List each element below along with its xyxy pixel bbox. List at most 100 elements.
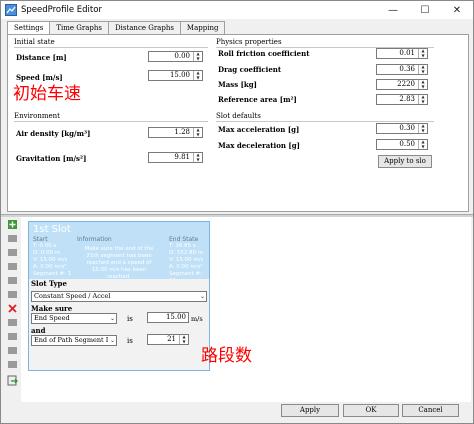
- slot-icon[interactable]: [7, 261, 18, 272]
- spinner[interactable]: ▲ ▼: [418, 95, 427, 104]
- start-line: A: 0.00 m/s²: [33, 264, 67, 270]
- close-button[interactable]: ✕: [441, 1, 473, 19]
- condition1-value: End Speed: [34, 314, 70, 322]
- separator: [14, 121, 208, 122]
- spinner[interactable]: ▲ ▼: [193, 128, 202, 137]
- slot-icon[interactable]: [7, 345, 18, 356]
- ok-button[interactable]: OK: [343, 404, 399, 417]
- max-acceleration-field[interactable]: 0.30 ▲ ▼: [376, 123, 428, 134]
- physics-title: Physics properties: [216, 38, 282, 46]
- spinner[interactable]: ▲ ▼: [418, 49, 427, 58]
- apply-to-slots-button[interactable]: Apply to slo: [378, 155, 432, 168]
- end-speed-unit: m/s: [191, 315, 203, 323]
- spinner[interactable]: ▲ ▼: [418, 140, 427, 149]
- air-density-field[interactable]: 1.28 ▲ ▼: [148, 127, 203, 138]
- make-sure-label: Make sure: [31, 304, 73, 313]
- slot-icon[interactable]: [7, 317, 18, 328]
- mass-value: 2220: [397, 80, 415, 88]
- air-density-value: 1.28: [174, 128, 190, 136]
- gravitation-label: Gravitation [m/s²]: [16, 154, 87, 163]
- start-line: Segment #: 1: [33, 271, 72, 277]
- slot-toolbar: [5, 217, 21, 392]
- max-deceleration-field[interactable]: 0.50 ▲ ▼: [376, 139, 428, 150]
- max-deceleration-label: Max deceleration [g]: [218, 141, 300, 150]
- slot-type-value: Constant Speed / Accel: [34, 292, 111, 300]
- slot-card[interactable]: 1st Slot Start T: 0.00 s D: 0.00 m V: 15…: [28, 221, 210, 371]
- cancel-button[interactable]: Cancel: [402, 404, 459, 417]
- environment-title: Environment: [14, 112, 60, 120]
- slot-icon[interactable]: [7, 247, 18, 258]
- speedprofile-editor-window: SpeedProfile Editor — ☐ ✕ Settings Time …: [0, 0, 474, 424]
- end-line: V: 15.00 m/s: [169, 257, 204, 263]
- drag-coefficient-label: Drag coefficient: [218, 65, 282, 74]
- spinner[interactable]: ▲ ▼: [418, 80, 427, 89]
- segment-number-field[interactable]: 21 ▲ ▼: [147, 334, 189, 345]
- reference-area-value: 2.83: [399, 95, 415, 103]
- slot-icon[interactable]: [7, 289, 18, 300]
- distance-label: Distance [m]: [16, 53, 67, 62]
- slot-defaults-title: Slot defaults: [216, 112, 261, 120]
- air-density-label: Air density [kg/m³]: [16, 129, 91, 138]
- separator: [216, 121, 434, 122]
- annotation-segment-count: 路段数: [201, 346, 252, 366]
- tab-mapping[interactable]: Mapping: [179, 21, 226, 35]
- spinner[interactable]: ▲ ▼: [193, 153, 202, 162]
- start-line: D: 0.00 m: [33, 250, 61, 256]
- gravitation-field[interactable]: 9.81 ▲ ▼: [148, 152, 203, 163]
- app-icon: [5, 4, 17, 16]
- gravitation-value: 9.81: [174, 153, 190, 161]
- slot-icon[interactable]: [7, 233, 18, 244]
- chevron-down-icon: ⌄: [199, 293, 205, 300]
- mass-field[interactable]: 2220 ▲ ▼: [376, 79, 428, 90]
- spinner[interactable]: ▲ ▼: [193, 71, 202, 80]
- max-acceleration-label: Max acceleration [g]: [218, 125, 300, 134]
- slot-type-select[interactable]: Constant Speed / Accel ⌄: [31, 291, 207, 302]
- slot-icon[interactable]: [7, 359, 18, 370]
- settings-panel: Initial state Distance [m] 0.00 ▲ ▼ Speed…: [7, 34, 469, 212]
- slot-type-label: Slot Type: [31, 279, 67, 288]
- roll-friction-label: Roll friction coefficient: [218, 49, 310, 58]
- spinner[interactable]: ▲ ▼: [418, 124, 427, 133]
- condition2-select[interactable]: End of Path Segment I ⌄: [31, 335, 117, 346]
- tab-distance-graphs[interactable]: Distance Graphs: [108, 21, 181, 35]
- slot-icon[interactable]: [7, 275, 18, 286]
- start-line: T: 0.00 s: [33, 243, 57, 249]
- spinner[interactable]: ▲ ▼: [179, 335, 188, 344]
- annotation-initial-speed: 初始车速: [13, 84, 81, 104]
- delete-slot-icon[interactable]: [7, 303, 18, 314]
- condition1-select[interactable]: End Speed ⌄: [31, 313, 117, 324]
- speed-field[interactable]: 15.00 ▲ ▼: [148, 70, 203, 81]
- separator: [14, 47, 208, 48]
- tab-time-graphs[interactable]: Time Graphs: [49, 21, 109, 35]
- initial-state-title: Initial state: [14, 38, 55, 46]
- end-line: T: 36.85 s: [169, 243, 196, 249]
- drag-coefficient-field[interactable]: 0.36 ▲ ▼: [376, 64, 428, 75]
- start-header: Start: [33, 236, 48, 243]
- slot-form: Slot Type Constant Speed / Accel ⌄ Make …: [29, 279, 209, 370]
- roll-friction-field[interactable]: 0.01 ▲ ▼: [376, 48, 428, 59]
- distance-field[interactable]: 0.00 ▲ ▼: [148, 51, 203, 62]
- slot-title: 1st Slot: [33, 224, 71, 235]
- drag-coefficient-value: 0.36: [399, 65, 415, 73]
- end-line: A: 0.00 m/s²: [169, 264, 203, 270]
- export-icon[interactable]: [7, 375, 18, 386]
- title-bar: SpeedProfile Editor — ☐ ✕: [1, 1, 473, 19]
- minimize-button[interactable]: —: [377, 1, 409, 19]
- apply-button[interactable]: Apply: [281, 404, 339, 417]
- reference-area-label: Reference area [m²]: [218, 95, 297, 104]
- end-speed-input[interactable]: 15.00: [147, 312, 189, 323]
- spinner[interactable]: ▲ ▼: [418, 65, 427, 74]
- distance-value: 0.00: [174, 52, 190, 60]
- speed-value: 15.00: [169, 71, 190, 79]
- slot-icon[interactable]: [7, 331, 18, 342]
- condition2-is: is: [127, 337, 133, 345]
- information-header: Information: [77, 236, 112, 243]
- chevron-down-icon: ⌄: [109, 337, 115, 344]
- chevron-down-icon: ⌄: [109, 315, 115, 322]
- add-slot-icon[interactable]: [7, 219, 18, 230]
- mass-label: Mass [kg]: [218, 80, 257, 89]
- reference-area-field[interactable]: 2.83 ▲ ▼: [376, 94, 428, 105]
- maximize-button[interactable]: ☐: [409, 1, 441, 19]
- spinner[interactable]: ▲ ▼: [193, 52, 202, 61]
- condition2-value: End of Path Segment I: [34, 336, 109, 344]
